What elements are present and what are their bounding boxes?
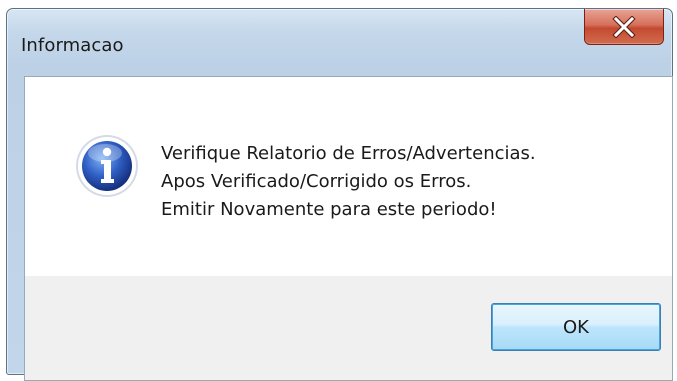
window-title: Informacao xyxy=(21,35,124,56)
dialog-window: Informacao Verifique Relatorio de Erros/… xyxy=(6,8,673,381)
dialog-content: Verifique Relatorio de Erros/Advertencia… xyxy=(24,76,673,381)
message-area: Verifique Relatorio de Erros/Advertencia… xyxy=(25,77,672,276)
message-line-3: Emitir Novamente para este periodo! xyxy=(161,199,497,220)
message-line-2: Apos Verificado/Corrigido os Erros. xyxy=(161,171,472,192)
ok-button[interactable]: OK xyxy=(491,303,661,351)
message-text: Verifique Relatorio de Erros/Advertencia… xyxy=(161,140,536,224)
information-icon xyxy=(76,135,138,197)
title-bar[interactable]: Informacao xyxy=(7,9,672,75)
close-icon xyxy=(612,15,636,38)
message-line-1: Verifique Relatorio de Erros/Advertencia… xyxy=(161,143,536,164)
close-button[interactable] xyxy=(584,9,664,45)
